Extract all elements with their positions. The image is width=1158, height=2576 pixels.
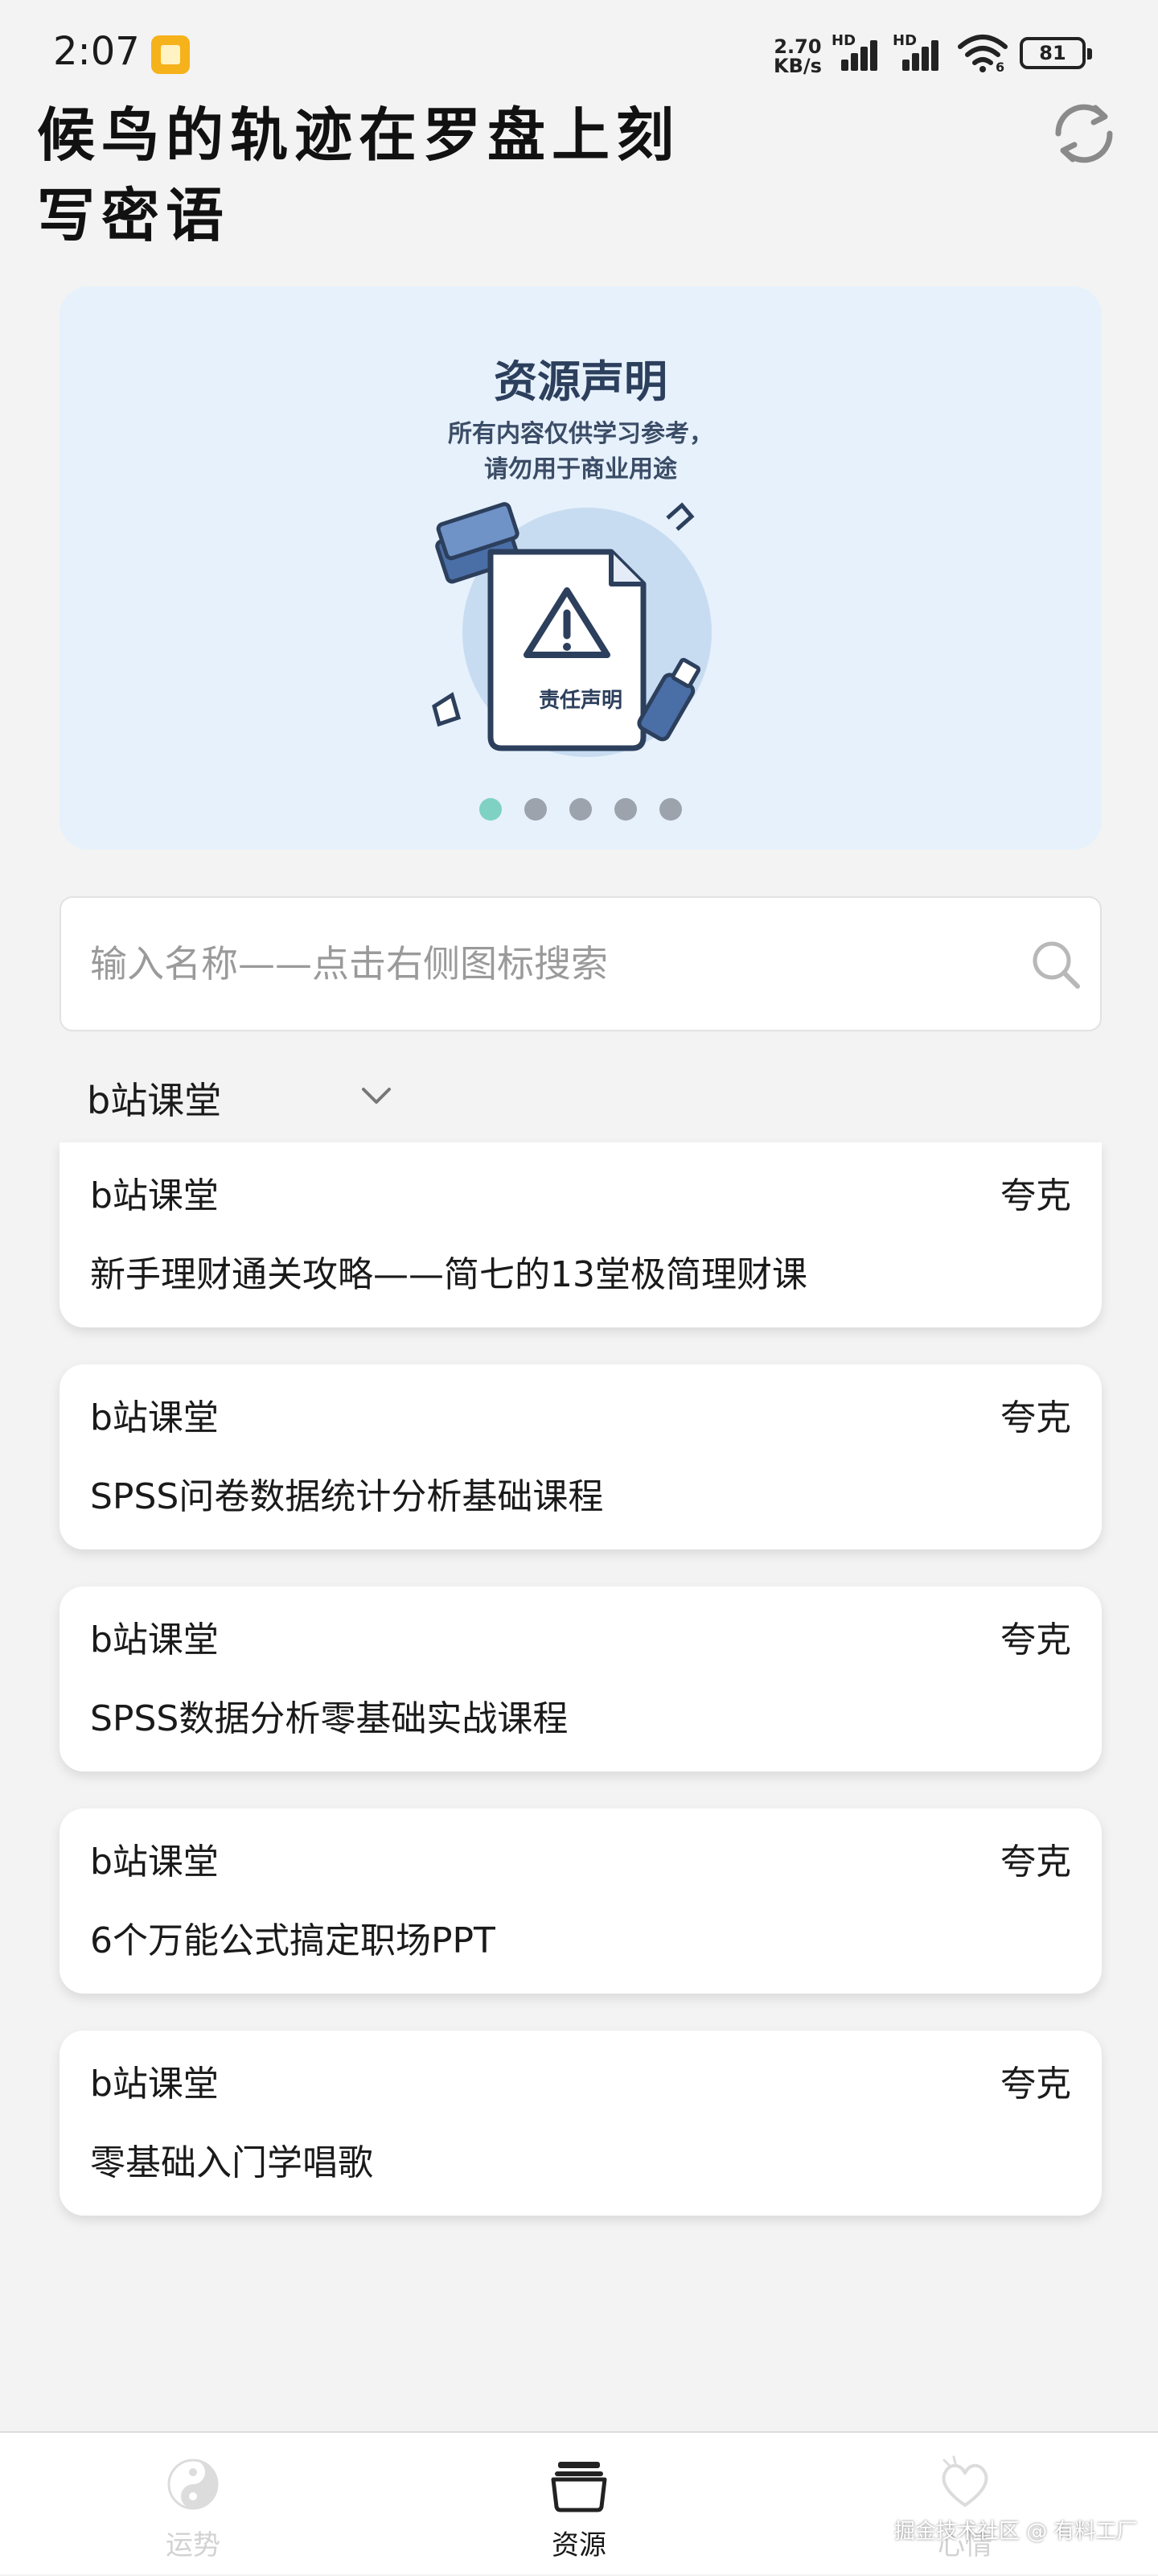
resource-card[interactable]: b站课堂 夸克 零基础入门学唱歌 <box>60 2031 1102 2216</box>
resource-card[interactable]: b站课堂 夸克 SPSS数据分析零基础实战课程 <box>60 1586 1102 1772</box>
card-title: SPSS数据分析零基础实战课程 <box>90 1698 569 1739</box>
nav-label-fortune: 运势 <box>166 2529 220 2562</box>
signal-sim1-icon <box>833 39 881 71</box>
category-selected-label: b站课堂 <box>87 1079 222 1122</box>
card-title: 零基础入门学唱歌 <box>90 2142 373 2183</box>
status-time: 2:07 <box>53 29 140 74</box>
search-box <box>60 896 1102 1031</box>
chevron-down-icon <box>362 1088 391 1104</box>
yin-yang-icon <box>167 2459 219 2510</box>
carousel-dot-3[interactable] <box>569 798 592 821</box>
carousel-dot-1[interactable] <box>479 798 502 821</box>
resource-card[interactable]: b站课堂 夸克 新手理财通关攻略——简七的13堂极简理财课 <box>60 1142 1102 1327</box>
network-speed: 2.70 KB/s <box>774 37 822 76</box>
carousel-dot-4[interactable] <box>614 798 637 821</box>
resource-list: b站课堂 夸克 新手理财通关攻略——简七的13堂极简理财课 b站课堂 夸克 SP… <box>60 1142 1102 2253</box>
banner-document-label: 责任声明 <box>538 689 622 713</box>
banner-title: 资源声明 <box>494 356 667 407</box>
card-source-label: b站课堂 <box>90 1619 219 1660</box>
carousel-dot-5[interactable] <box>659 798 682 821</box>
banner-subtitle-line2: 请勿用于商业用途 <box>484 455 677 484</box>
nav-item-resources[interactable]: 资源 <box>482 2433 676 2576</box>
signal-sim2-icon <box>894 39 942 71</box>
card-source-label: b站课堂 <box>90 1397 219 1438</box>
search-input[interactable] <box>90 898 1007 1030</box>
card-source-label: b站课堂 <box>90 2064 219 2105</box>
watermark: 掘金技术社区 @ 有料工厂 <box>894 2520 1138 2544</box>
card-source-label: b站课堂 <box>90 1175 219 1216</box>
category-dropdown[interactable]: b站课堂 <box>87 1060 409 1133</box>
refresh-button[interactable] <box>1045 95 1123 172</box>
resource-card[interactable]: b站课堂 夸克 SPSS问卷数据统计分析基础课程 <box>60 1364 1102 1549</box>
battery-icon: 81 <box>1020 37 1092 69</box>
folder-icon <box>551 2462 607 2512</box>
nav-label-resources: 资源 <box>552 2529 606 2562</box>
card-drive-label: 夸克 <box>1000 1841 1071 1883</box>
card-drive-label: 夸克 <box>1000 1397 1071 1438</box>
card-drive-label: 夸克 <box>1000 1175 1071 1216</box>
wifi-badge: 6 <box>996 60 1005 75</box>
disclaimer-document-illustration <box>432 502 712 757</box>
carousel-dot-2[interactable] <box>524 798 547 821</box>
heart-icon <box>942 2455 988 2507</box>
card-drive-label: 夸克 <box>1000 2064 1071 2105</box>
card-drive-label: 夸克 <box>1000 1619 1071 1660</box>
refresh-icon <box>1055 104 1113 163</box>
banner-subtitle: 所有内容仅供学习参考， 请勿用于商业用途 <box>60 417 1102 488</box>
banner-carousel[interactable]: 资源声明 所有内容仅供学习参考， 请勿用于商业用途 责任声明 <box>60 286 1102 850</box>
card-title: SPSS问卷数据统计分析基础课程 <box>90 1476 604 1517</box>
notification-app-icon <box>151 35 190 74</box>
resource-card[interactable]: b站课堂 夸克 6个万能公式搞定职场PPT <box>60 1809 1102 1994</box>
nav-item-fortune[interactable]: 运势 <box>96 2433 290 2576</box>
wifi-icon: 6 <box>957 32 1008 75</box>
carousel-dots <box>60 798 1102 821</box>
network-speed-value: 2.70 <box>774 35 822 58</box>
card-source-label: b站课堂 <box>90 1841 219 1883</box>
card-title: 新手理财通关攻略——简七的13堂极简理财课 <box>90 1254 807 1295</box>
status-bar: 2:07 2.70 KB/s HD HD 6 81 <box>0 0 1158 105</box>
nav-item-mood[interactable]: 心情 <box>868 2433 1062 2576</box>
card-title: 6个万能公式搞定职场PPT <box>90 1920 495 1961</box>
page-title: 候鸟的轨迹在罗盘上刻写密语 <box>37 101 681 249</box>
network-speed-unit: KB/s <box>774 55 822 77</box>
bottom-nav: 运势 资源 心情 <box>0 2431 1158 2574</box>
search-icon[interactable] <box>1029 938 1082 991</box>
banner-subtitle-line1: 所有内容仅供学习参考， <box>448 420 713 448</box>
battery-level: 81 <box>1039 42 1066 64</box>
